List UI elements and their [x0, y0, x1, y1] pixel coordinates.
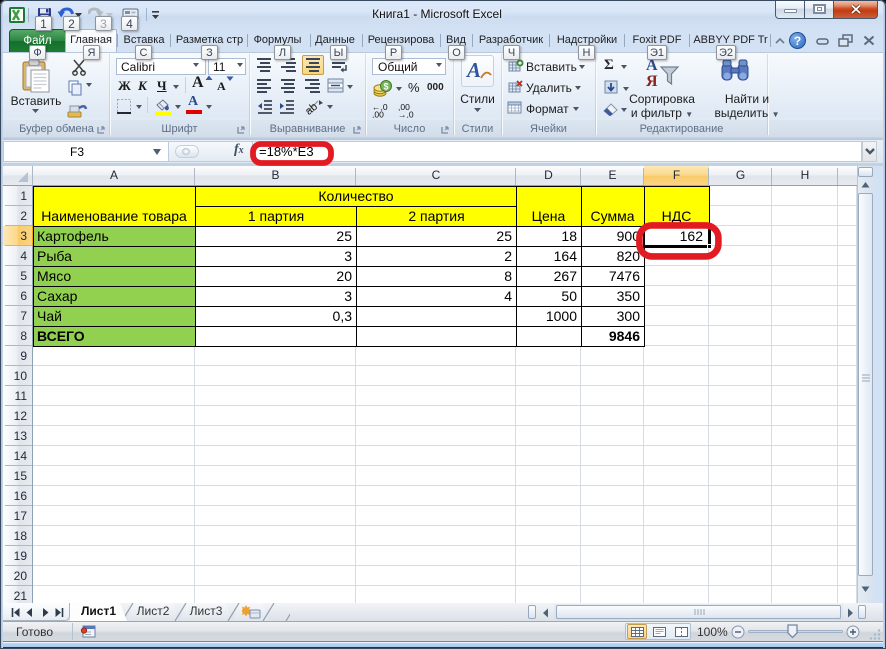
svg-text:Я: Я — [646, 73, 658, 89]
svg-text:$: $ — [384, 82, 389, 92]
svg-text:ab: ab — [304, 101, 320, 116]
svg-text:,00: ,00 — [372, 110, 384, 119]
svg-text:→,0: →,0 — [398, 110, 414, 119]
svg-text:A: A — [465, 58, 481, 82]
